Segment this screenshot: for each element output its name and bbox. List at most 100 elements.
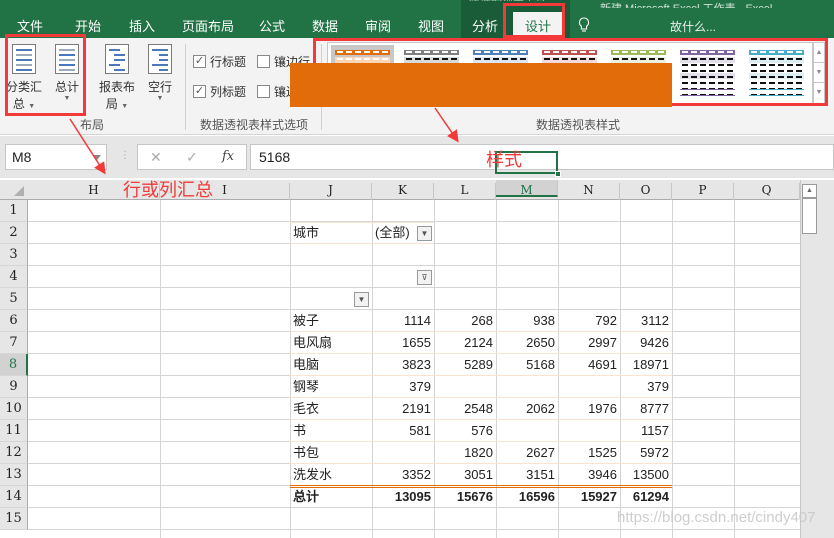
pivot-value-cell[interactable]: 9426	[620, 332, 672, 354]
row-filter-dropdown-icon[interactable]: ▼	[354, 292, 369, 307]
pivot-value-cell[interactable]: 268	[434, 310, 496, 332]
column-headers-checkbox[interactable]: ✓ 列标题	[193, 83, 246, 100]
row-header-6[interactable]: 6	[0, 310, 28, 332]
chevron-down-icon[interactable]	[93, 155, 101, 164]
pivot-value-cell[interactable]: 18971	[620, 354, 672, 376]
pivot-value-cell[interactable]: 379	[620, 376, 672, 398]
grand-totals-button[interactable]: 总计 ▼	[52, 44, 82, 102]
fill-handle[interactable]	[555, 171, 561, 177]
pivot-month-header[interactable]: 6月	[434, 288, 496, 310]
pivot-value-cell[interactable]: 3051	[434, 464, 496, 486]
pivot-value-cell[interactable]: 2124	[434, 332, 496, 354]
column-header-J[interactable]: J	[290, 183, 372, 200]
tab-design[interactable]: 设计	[513, 12, 564, 38]
scroll-thumb[interactable]	[802, 198, 817, 234]
pivot-row-label[interactable]: 被子	[290, 310, 372, 332]
tab-file[interactable]: 文件	[17, 16, 43, 35]
row-header-12[interactable]: 12	[0, 442, 28, 464]
gallery-scroll-down-icon[interactable]: ▼	[814, 63, 824, 83]
pivot-value-cell[interactable]: 379	[372, 376, 434, 398]
pivot-total-cell[interactable]: 15676	[434, 486, 496, 508]
pivot-total-cell[interactable]: 16596	[496, 486, 558, 508]
pivot-value-cell[interactable]: 1157	[620, 420, 672, 442]
enter-icon[interactable]: ✓	[186, 149, 198, 166]
pivot-value-cell[interactable]: 2548	[434, 398, 496, 420]
pivot-value-cell[interactable]: 13500	[620, 464, 672, 486]
pivot-value-cell[interactable]: 2627	[496, 442, 558, 464]
pivot-value-cell[interactable]: 1976	[558, 398, 620, 420]
pivot-value-cell[interactable]: 792	[558, 310, 620, 332]
tab-review[interactable]: 审阅	[365, 16, 391, 35]
name-box[interactable]: M8	[5, 144, 107, 170]
column-header-O[interactable]: O	[620, 183, 672, 200]
pivot-value-cell[interactable]: 5289	[434, 354, 496, 376]
column-header-L[interactable]: L	[434, 183, 496, 200]
column-header-P[interactable]: P	[672, 183, 734, 200]
pivot-month-header[interactable]: 7月	[496, 288, 558, 310]
pivot-value-cell[interactable]: 576	[434, 420, 496, 442]
pivot-value-cell[interactable]: 3112	[620, 310, 672, 332]
row-header-15[interactable]: 15	[0, 508, 28, 530]
pivot-value-cell[interactable]: 581	[372, 420, 434, 442]
tab-page-layout[interactable]: 页面布局	[182, 16, 234, 35]
pivot-value-cell[interactable]: 2650	[496, 332, 558, 354]
row-header-13[interactable]: 13	[0, 464, 28, 486]
tab-insert[interactable]: 插入	[129, 16, 155, 35]
blank-rows-button[interactable]: 空行 ▼	[145, 44, 175, 102]
row-header-4[interactable]: 4	[0, 266, 28, 288]
pivot-value-cell[interactable]: 3946	[558, 464, 620, 486]
pivot-value-cell[interactable]: 1655	[372, 332, 434, 354]
pivot-value-cell[interactable]: 5168	[496, 354, 558, 376]
row-header-14[interactable]: 14	[0, 486, 28, 508]
row-headers-checkbox[interactable]: ✓ 行标题	[193, 53, 246, 70]
pivot-value-cell[interactable]: 1820	[434, 442, 496, 464]
pivot-value-cell[interactable]: 3352	[372, 464, 434, 486]
pivot-value-cell[interactable]: 938	[496, 310, 558, 332]
pivot-row-label[interactable]: 电风扇	[290, 332, 372, 354]
subtotals-button[interactable]: 分类汇 总 ▼	[6, 44, 42, 112]
pivot-month-header[interactable]: 5月	[372, 288, 434, 310]
pivot-month-header[interactable]: 总计	[620, 288, 672, 310]
pivot-row-label[interactable]: 洗发水	[290, 464, 372, 486]
pivot-total-label[interactable]: 总计	[290, 486, 372, 508]
row-header-1[interactable]: 1	[0, 200, 28, 222]
column-header-K[interactable]: K	[372, 183, 434, 200]
pivot-month-header[interactable]: 8月	[558, 288, 620, 310]
row-header-10[interactable]: 10	[0, 398, 28, 420]
lightbulb-icon[interactable]	[578, 17, 590, 33]
pivot-row-label[interactable]: 钢琴	[290, 376, 372, 398]
column-filter-icon[interactable]: ⊽	[417, 270, 432, 285]
pivot-style-swatch-aqua[interactable]	[745, 45, 808, 102]
pivot-total-cell[interactable]: 13095	[372, 486, 434, 508]
column-header-N[interactable]: N	[558, 183, 620, 200]
tab-analyze[interactable]: 分析	[472, 16, 498, 35]
pivot-total-cell[interactable]: 15927	[558, 486, 620, 508]
pivot-total-cell[interactable]: 61294	[620, 486, 672, 508]
pivot-value-cell[interactable]: 5972	[620, 442, 672, 464]
row-header-11[interactable]: 11	[0, 420, 28, 442]
tab-data[interactable]: 数据	[312, 16, 338, 35]
row-header-2[interactable]: 2	[0, 222, 28, 244]
pivot-value-cell[interactable]: 4691	[558, 354, 620, 376]
drag-handle-icon[interactable]: ⋮	[120, 150, 130, 161]
column-header-Q[interactable]: Q	[734, 183, 800, 200]
insert-function-icon[interactable]: fx	[222, 149, 234, 164]
pivot-style-swatch-purple[interactable]	[676, 45, 739, 102]
gallery-more-icon[interactable]: ▼	[814, 83, 824, 103]
pivot-value-cell[interactable]: 1525	[558, 442, 620, 464]
pivot-row-label[interactable]: 书	[290, 420, 372, 442]
pivot-row-label[interactable]: 毛衣	[290, 398, 372, 420]
pivot-value-cell[interactable]: 3151	[496, 464, 558, 486]
column-header-M[interactable]: M	[496, 180, 558, 197]
tell-me-search[interactable]: 故什么...	[670, 18, 716, 35]
row-header-9[interactable]: 9	[0, 376, 28, 398]
row-header-5[interactable]: 5	[0, 288, 28, 310]
scroll-up-icon[interactable]: ▲	[802, 184, 817, 198]
tab-view[interactable]: 视图	[418, 16, 444, 35]
tab-home[interactable]: 开始	[75, 16, 101, 35]
tab-formulas[interactable]: 公式	[259, 16, 285, 35]
vertical-scrollbar[interactable]: ▲	[800, 180, 820, 538]
pivot-value-cell[interactable]: 3823	[372, 354, 434, 376]
gallery-scroll-up-icon[interactable]: ▲	[814, 43, 824, 63]
row-header-7[interactable]: 7	[0, 332, 28, 354]
